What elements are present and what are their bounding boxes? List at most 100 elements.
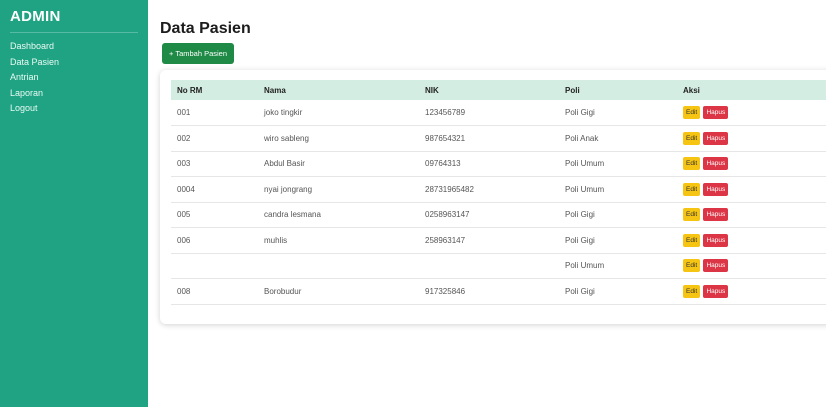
poli-value: Poli Umum — [565, 184, 605, 194]
edit-button[interactable]: Edit — [683, 259, 701, 273]
cell-no-rm: 001 — [171, 100, 258, 126]
no-rm-value: 003 — [177, 159, 191, 169]
cell-nik: 987654321 — [419, 125, 559, 152]
table-header-row: No RM Nama NIK Poli Aksi — [171, 80, 826, 100]
no-rm-value: 001 — [177, 108, 191, 117]
cell-no-rm — [171, 253, 258, 279]
header-no-rm: No RM — [177, 85, 203, 95]
edit-button[interactable]: Edit — [683, 208, 701, 222]
table-row: 005 candra lesmana 0258963147 Poli Gigi … — [171, 202, 826, 228]
edit-button[interactable]: Edit — [683, 284, 701, 298]
edit-button[interactable]: Edit — [683, 131, 701, 145]
app-root: ADMIN Dashboard Data Pasien Antrian Lapo… — [0, 0, 826, 407]
table-row: 003 Abdul Basir 09764313 Poli Umum Edit … — [171, 151, 826, 177]
header-nik: NIK — [425, 85, 439, 95]
sidebar-item-logout[interactable]: Logout — [10, 101, 138, 117]
poli-value: Poli Gigi — [565, 210, 595, 220]
nik-value: 258963147 — [425, 235, 466, 245]
cell-poli: Poli Umum — [559, 253, 677, 279]
poli-value: Poli Gigi — [565, 235, 595, 245]
cell-nama: nyai jongrang — [258, 176, 419, 203]
cell-nik: 917325846 — [419, 278, 559, 305]
cell-no-rm: 0004 — [171, 176, 258, 203]
table-body: 001 joko tingkir 123456789 Poli Gigi Edi… — [171, 100, 826, 305]
patients-table: No RM Nama NIK Poli Aksi 001 joko tingki… — [171, 80, 826, 305]
nama-value: Abdul Basir — [264, 159, 305, 169]
header-poli: Poli — [565, 85, 580, 95]
cell-nik: 0258963147 — [419, 202, 559, 228]
cell-nama: muhlis — [258, 227, 419, 254]
delete-button[interactable]: Hapus — [703, 284, 729, 298]
cell-no-rm: 008 — [171, 278, 258, 305]
nama-value: muhlis — [264, 235, 288, 245]
sidebar: ADMIN Dashboard Data Pasien Antrian Lapo… — [0, 0, 148, 407]
cell-aksi: Edit Hapus — [677, 151, 826, 177]
edit-button[interactable]: Edit — [683, 106, 701, 119]
page-title: Data Pasien — [160, 20, 251, 37]
cell-no-rm: 005 — [171, 202, 258, 228]
no-rm-value: 006 — [177, 235, 191, 245]
main-content: Data Pasien + Tambah Pasien No RM Nama N… — [148, 0, 826, 407]
cell-nik: 09764313 — [419, 151, 559, 177]
cell-nama: joko tingkir — [258, 100, 419, 126]
sidebar-brand: ADMIN — [10, 8, 138, 33]
cell-no-rm: 003 — [171, 151, 258, 177]
nik-value: 09764313 — [425, 159, 461, 169]
nama-value: candra lesmana — [264, 210, 321, 220]
edit-button[interactable]: Edit — [683, 157, 701, 171]
nik-value: 917325846 — [425, 286, 466, 296]
delete-button[interactable]: Hapus — [703, 208, 729, 222]
cell-aksi: Edit Hapus — [677, 100, 826, 126]
cell-poli: Poli Umum — [559, 176, 677, 203]
table-row: 008 Borobudur 917325846 Poli Gigi Edit H… — [171, 278, 826, 305]
nik-value: 28731965482 — [425, 184, 474, 194]
cell-poli: Poli Anak — [559, 125, 677, 152]
nik-value: 987654321 — [425, 133, 466, 143]
no-rm-value: 008 — [177, 286, 191, 296]
no-rm-value: 002 — [177, 133, 191, 143]
delete-button[interactable]: Hapus — [703, 233, 729, 247]
nama-value: joko tingkir — [264, 108, 303, 117]
cell-poli: Poli Umum — [559, 151, 677, 177]
sidebar-item-data-pasien[interactable]: Data Pasien — [10, 55, 138, 71]
table-row: Poli Umum Edit Hapus — [171, 253, 826, 279]
cell-poli: Poli Gigi — [559, 202, 677, 228]
table-row: 0004 nyai jongrang 28731965482 Poli Umum… — [171, 176, 826, 203]
delete-button[interactable]: Hapus — [703, 157, 729, 171]
nama-value: wiro sableng — [264, 133, 309, 143]
no-rm-value: 005 — [177, 210, 191, 220]
table-row: 001 joko tingkir 123456789 Poli Gigi Edi… — [171, 100, 826, 126]
cell-poli: Poli Gigi — [559, 278, 677, 305]
poli-value: Poli Anak — [565, 133, 599, 143]
cell-nama: Abdul Basir — [258, 151, 419, 177]
cell-aksi: Edit Hapus — [677, 253, 826, 279]
poli-value: Poli Gigi — [565, 108, 595, 117]
edit-button[interactable]: Edit — [683, 182, 701, 196]
nik-value: 123456789 — [425, 108, 466, 117]
sidebar-item-dashboard[interactable]: Dashboard — [10, 39, 138, 55]
table-row: 006 muhlis 258963147 Poli Gigi Edit Hapu… — [171, 227, 826, 254]
delete-button[interactable]: Hapus — [703, 106, 729, 119]
poli-value: Poli Gigi — [565, 286, 595, 296]
delete-button[interactable]: Hapus — [703, 182, 729, 196]
cell-aksi: Edit Hapus — [677, 227, 826, 254]
cell-nik: 123456789 — [419, 100, 559, 126]
table-row: 002 wiro sableng 987654321 Poli Anak Edi… — [171, 125, 826, 152]
edit-button[interactable]: Edit — [683, 233, 701, 247]
cell-aksi: Edit Hapus — [677, 125, 826, 152]
cell-nama: candra lesmana — [258, 202, 419, 228]
cell-nama — [258, 253, 419, 279]
cell-nik: 258963147 — [419, 227, 559, 254]
cell-no-rm: 006 — [171, 227, 258, 254]
cell-no-rm: 002 — [171, 125, 258, 152]
cell-poli: Poli Gigi — [559, 100, 677, 126]
cell-poli: Poli Gigi — [559, 227, 677, 254]
cell-aksi: Edit Hapus — [677, 202, 826, 228]
add-patient-button[interactable]: + Tambah Pasien — [162, 43, 235, 64]
cell-aksi: Edit Hapus — [677, 278, 826, 305]
delete-button[interactable]: Hapus — [703, 259, 729, 273]
delete-button[interactable]: Hapus — [703, 131, 729, 145]
sidebar-item-antrian[interactable]: Antrian — [10, 70, 138, 86]
sidebar-item-laporan[interactable]: Laporan — [10, 86, 138, 102]
cell-nama: Borobudur — [258, 278, 419, 305]
